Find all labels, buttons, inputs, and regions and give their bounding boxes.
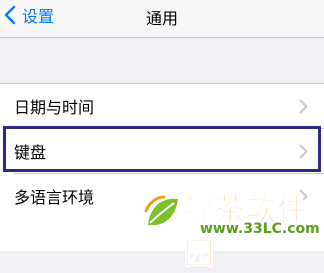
page-title: 通用 — [145, 9, 178, 28]
chevron-right-icon — [299, 144, 308, 158]
list-item-keyboard[interactable]: 键盘 — [0, 129, 324, 173]
chevron-right-icon — [299, 189, 308, 203]
list-item-label: 键盘 — [14, 143, 47, 162]
list-item-language-region[interactable]: 多语言环境 — [0, 174, 324, 218]
list-item-label: 多语言环境 — [14, 188, 95, 207]
list-item-date-time[interactable]: 日期与时间 — [0, 84, 324, 128]
settings-list: 日期与时间 键盘 多语言环境 — [0, 83, 324, 251]
navigation-bar: 设置 通用 — [0, 0, 324, 38]
list-item-label: 日期与时间 — [14, 98, 95, 117]
chevron-right-icon — [299, 99, 308, 113]
